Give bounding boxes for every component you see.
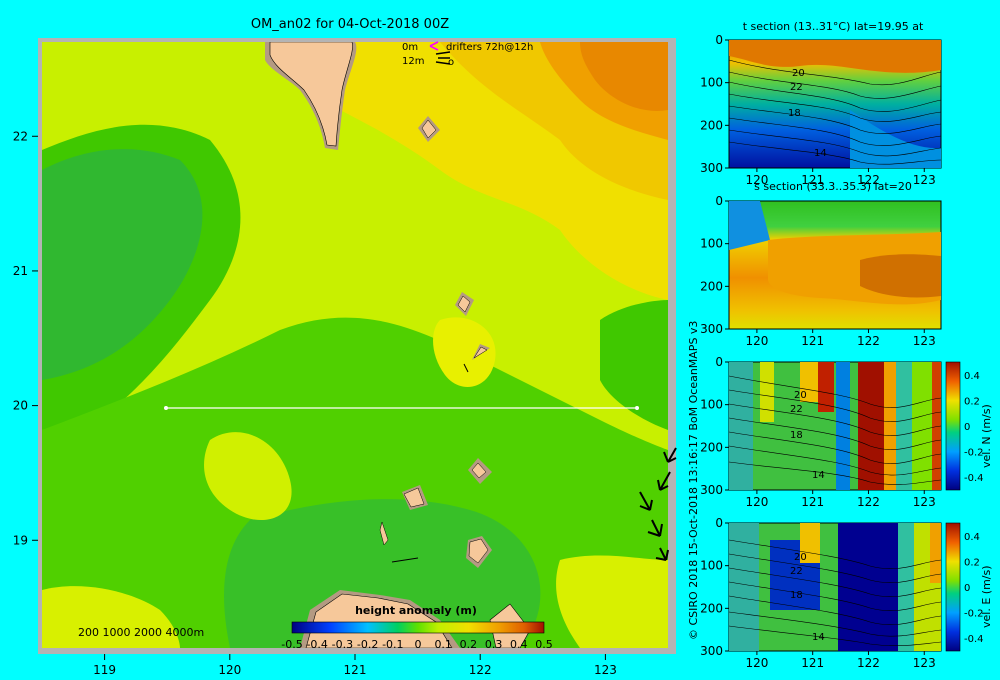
map-y-tick-label: 20 (13, 399, 28, 413)
panel-x-tick-label: 122 (857, 656, 880, 670)
vel-colorbar-tick-label: 0.4 (964, 371, 980, 382)
ve-contour-label-20: 20 (794, 552, 807, 563)
map-x-tick-label: 120 (218, 663, 241, 677)
colorbar (291, 621, 545, 634)
panel-y-tick-label: 100 (700, 559, 723, 573)
height-anomaly-field (42, 42, 668, 648)
s-section-title: s section (33.3..35.3) lat=20 (754, 180, 912, 193)
map-y-tick-label: 22 (13, 129, 28, 143)
vel-e-colorbar (945, 522, 961, 652)
map-y-tick-label: 21 (13, 264, 28, 278)
panel-x-tick-label: 123 (913, 334, 936, 348)
colorbar-title: height anomaly (m) (355, 604, 477, 617)
colorbar-tick-label: -0.2 (357, 638, 378, 651)
vel-colorbar-tick-label: -0.4 (964, 473, 984, 484)
colorbar-ticks: -0.5 -0.4 -0.3 -0.2 -0.1 0 0.1 0.2 0.3 0.4 0.5 (281, 638, 552, 651)
map-x-axis: 119 120 121 122 123 (93, 654, 617, 677)
colorbar-tick-label: 0.1 (434, 638, 452, 651)
colorbar-tick-label: 0.5 (535, 638, 553, 651)
drifter-symbol-label: o (448, 57, 454, 68)
vel-colorbar-tick-label: 0.2 (964, 396, 980, 407)
panel-y-tick-label: 300 (700, 161, 723, 175)
panel-x-tick-label: 121 (801, 656, 824, 670)
map-x-tick-label: 123 (594, 663, 617, 677)
vel-n-colorbar (945, 361, 961, 491)
legend-depth-0: 0m (402, 42, 418, 53)
panel-y-tick-label: 0 (715, 516, 723, 530)
map-y-axis: 19 20 21 22 (13, 129, 38, 547)
t-section-title: t section (13..31°C) lat=19.95 at (743, 20, 924, 33)
panel-y-tick-label: 100 (700, 237, 723, 251)
panel-x-tick-label: 122 (857, 495, 880, 509)
panel-x-tick-label: 120 (745, 334, 768, 348)
legend-depth-12: 12m (402, 56, 424, 67)
panel-y-tick-label: 100 (700, 76, 723, 90)
colorbar-tick-label: -0.4 (306, 638, 327, 651)
vel-colorbar-tick-label: -0.4 (964, 634, 984, 645)
colorbar-tick-label: 0.3 (485, 638, 503, 651)
panel-x-tick-label: 122 (857, 334, 880, 348)
drifters-label: drifters 72h@12h (446, 42, 533, 53)
map-y-tick-label: 19 (13, 533, 28, 547)
colorbar-tick-label: 0.2 (460, 638, 478, 651)
vn-contour-label-18: 18 (790, 430, 803, 441)
credit-text: © CSIRO 2018 15-Oct-2018 13:16:17 BoM Oc… (687, 321, 700, 640)
t-contour-label-22: 22 (790, 82, 803, 93)
t-contour-label-20: 20 (792, 68, 805, 79)
t-contour-label-18: 18 (788, 108, 801, 119)
figure-canvas: 119 120 121 122 123 19 20 21 22 OM_an02 for 04-… (13, 17, 993, 677)
panel-x-tick-label: 123 (913, 173, 936, 187)
colorbar-tick-label: 0 (415, 638, 422, 651)
depth-contours-label: 200 1000 2000 4000m (78, 626, 204, 639)
ve-contour-label-18: 18 (790, 590, 803, 601)
vel-colorbar-tick-label: 0 (964, 422, 970, 433)
panel-y-tick-label: 0 (715, 33, 723, 47)
panel-x-tick-label: 120 (745, 656, 768, 670)
panel-y-tick-label: 200 (700, 118, 723, 132)
panel-y-tick-label: 0 (715, 194, 723, 208)
ve-contour-label-14: 14 (812, 632, 825, 643)
panel-x-tick-label: 123 (913, 656, 936, 670)
section-end-marker (635, 406, 639, 410)
panel-y-tick-label: 100 (700, 398, 723, 412)
t-contour-label-14: 14 (814, 148, 827, 159)
colorbar-tick-label: -0.5 (281, 638, 302, 651)
colorbar-tick-label: 0.4 (510, 638, 528, 651)
vel-colorbar-tick-label: 0.2 (964, 557, 980, 568)
panel-x-tick-label: 121 (801, 495, 824, 509)
vn-contour-label-22: 22 (790, 404, 803, 415)
colorbar-tick-label: -0.1 (382, 638, 403, 651)
map-x-tick-label: 122 (469, 663, 492, 677)
panel-y-tick-label: 200 (700, 440, 723, 454)
map-x-tick-label: 121 (344, 663, 367, 677)
panel-y-tick-label: 300 (700, 644, 723, 658)
panel-y-tick-label: 300 (700, 483, 723, 497)
vel-colorbar-tick-label: 0 (964, 583, 970, 594)
vn-contour-label-20: 20 (794, 390, 807, 401)
map-title: OM_an02 for 04-Oct-2018 00Z (251, 17, 449, 32)
panel-x-tick-label: 120 (745, 495, 768, 509)
panel-y-tick-label: 0 (715, 355, 723, 369)
map-x-tick-label: 119 (93, 663, 116, 677)
ve-contour-label-22: 22 (790, 566, 803, 577)
vn-contour-label-14: 14 (812, 470, 825, 481)
panel-y-tick-label: 200 (700, 279, 723, 293)
panel-x-tick-label: 123 (913, 495, 936, 509)
panel-y-tick-label: 200 (700, 601, 723, 615)
section-start-marker (164, 406, 168, 410)
vel-colorbar-tick-label: 0.4 (964, 532, 980, 543)
yellow-patch-bottom-right (556, 555, 668, 648)
vel-colorbar-tick-label: -0.2 (964, 609, 984, 620)
panel-y-tick-label: 300 (700, 322, 723, 336)
colorbar-tick-label: -0.3 (332, 638, 353, 651)
panel-x-tick-label: 121 (801, 334, 824, 348)
vel-colorbar-tick-label: -0.2 (964, 448, 984, 459)
